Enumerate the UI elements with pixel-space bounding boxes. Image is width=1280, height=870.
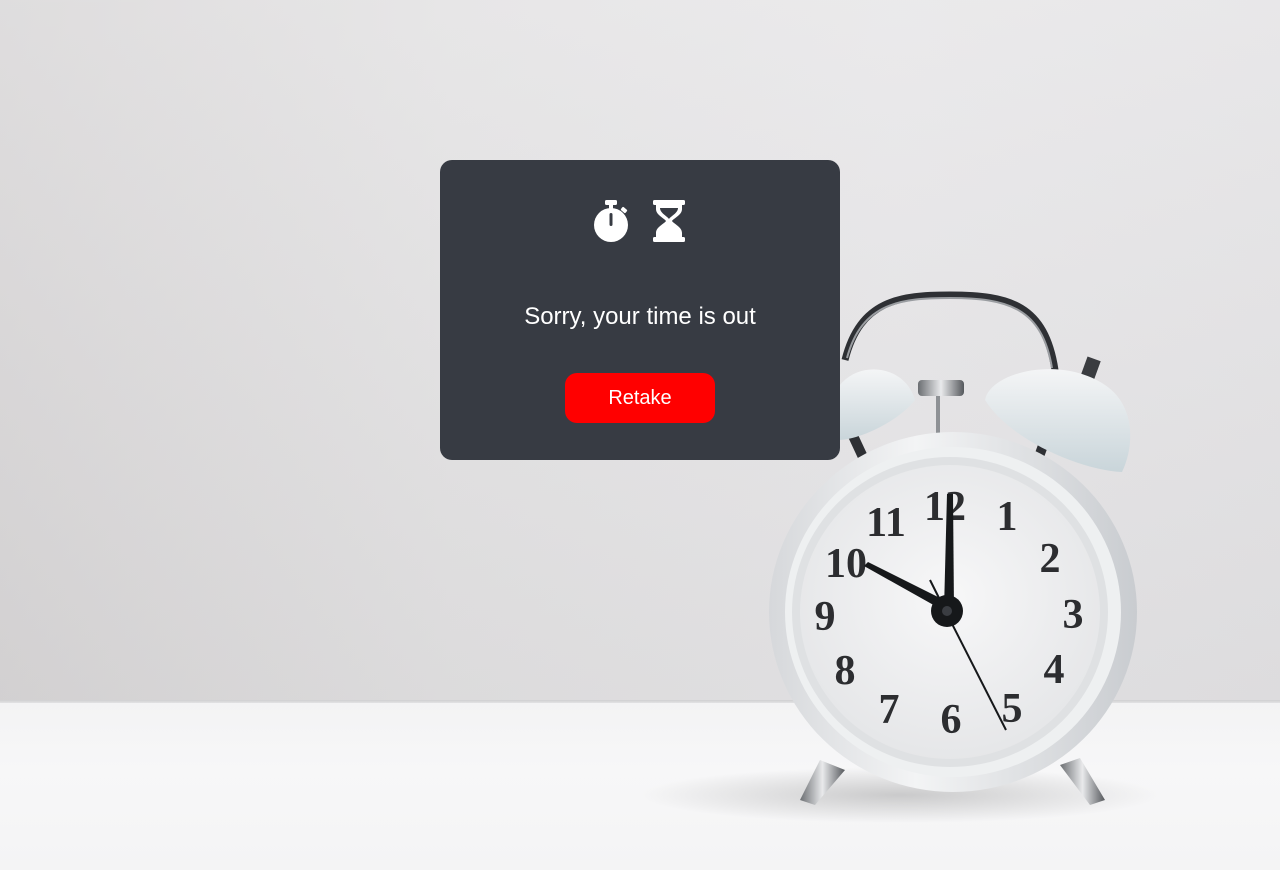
clock-numeral: 12 [924, 484, 966, 530]
time-out-message: Sorry, your time is out [524, 303, 756, 330]
time-out-dialog: Sorry, your time is out Retake [440, 160, 840, 460]
clock-numeral: 7 [879, 687, 900, 733]
clock-numeral: 1 [997, 494, 1018, 540]
clock-numeral: 10 [825, 541, 867, 587]
clock-numeral: 5 [1002, 686, 1023, 732]
clock-numeral: 4 [1044, 647, 1065, 693]
clock-numeral: 2 [1040, 536, 1061, 582]
clock-numeral: 6 [941, 697, 962, 743]
hourglass-icon [653, 200, 685, 242]
background-scene: 12 1 2 3 4 5 6 7 8 9 10 11 Sorry, your t… [0, 0, 1280, 870]
retake-button[interactable]: Retake [565, 373, 715, 423]
clock-numeral: 9 [815, 594, 836, 640]
stopwatch-icon [594, 200, 628, 242]
dialog-icon-row [440, 198, 840, 244]
clock-numeral: 8 [835, 648, 856, 694]
clock-numeral: 3 [1063, 592, 1084, 638]
clock-numeral: 11 [866, 500, 906, 546]
